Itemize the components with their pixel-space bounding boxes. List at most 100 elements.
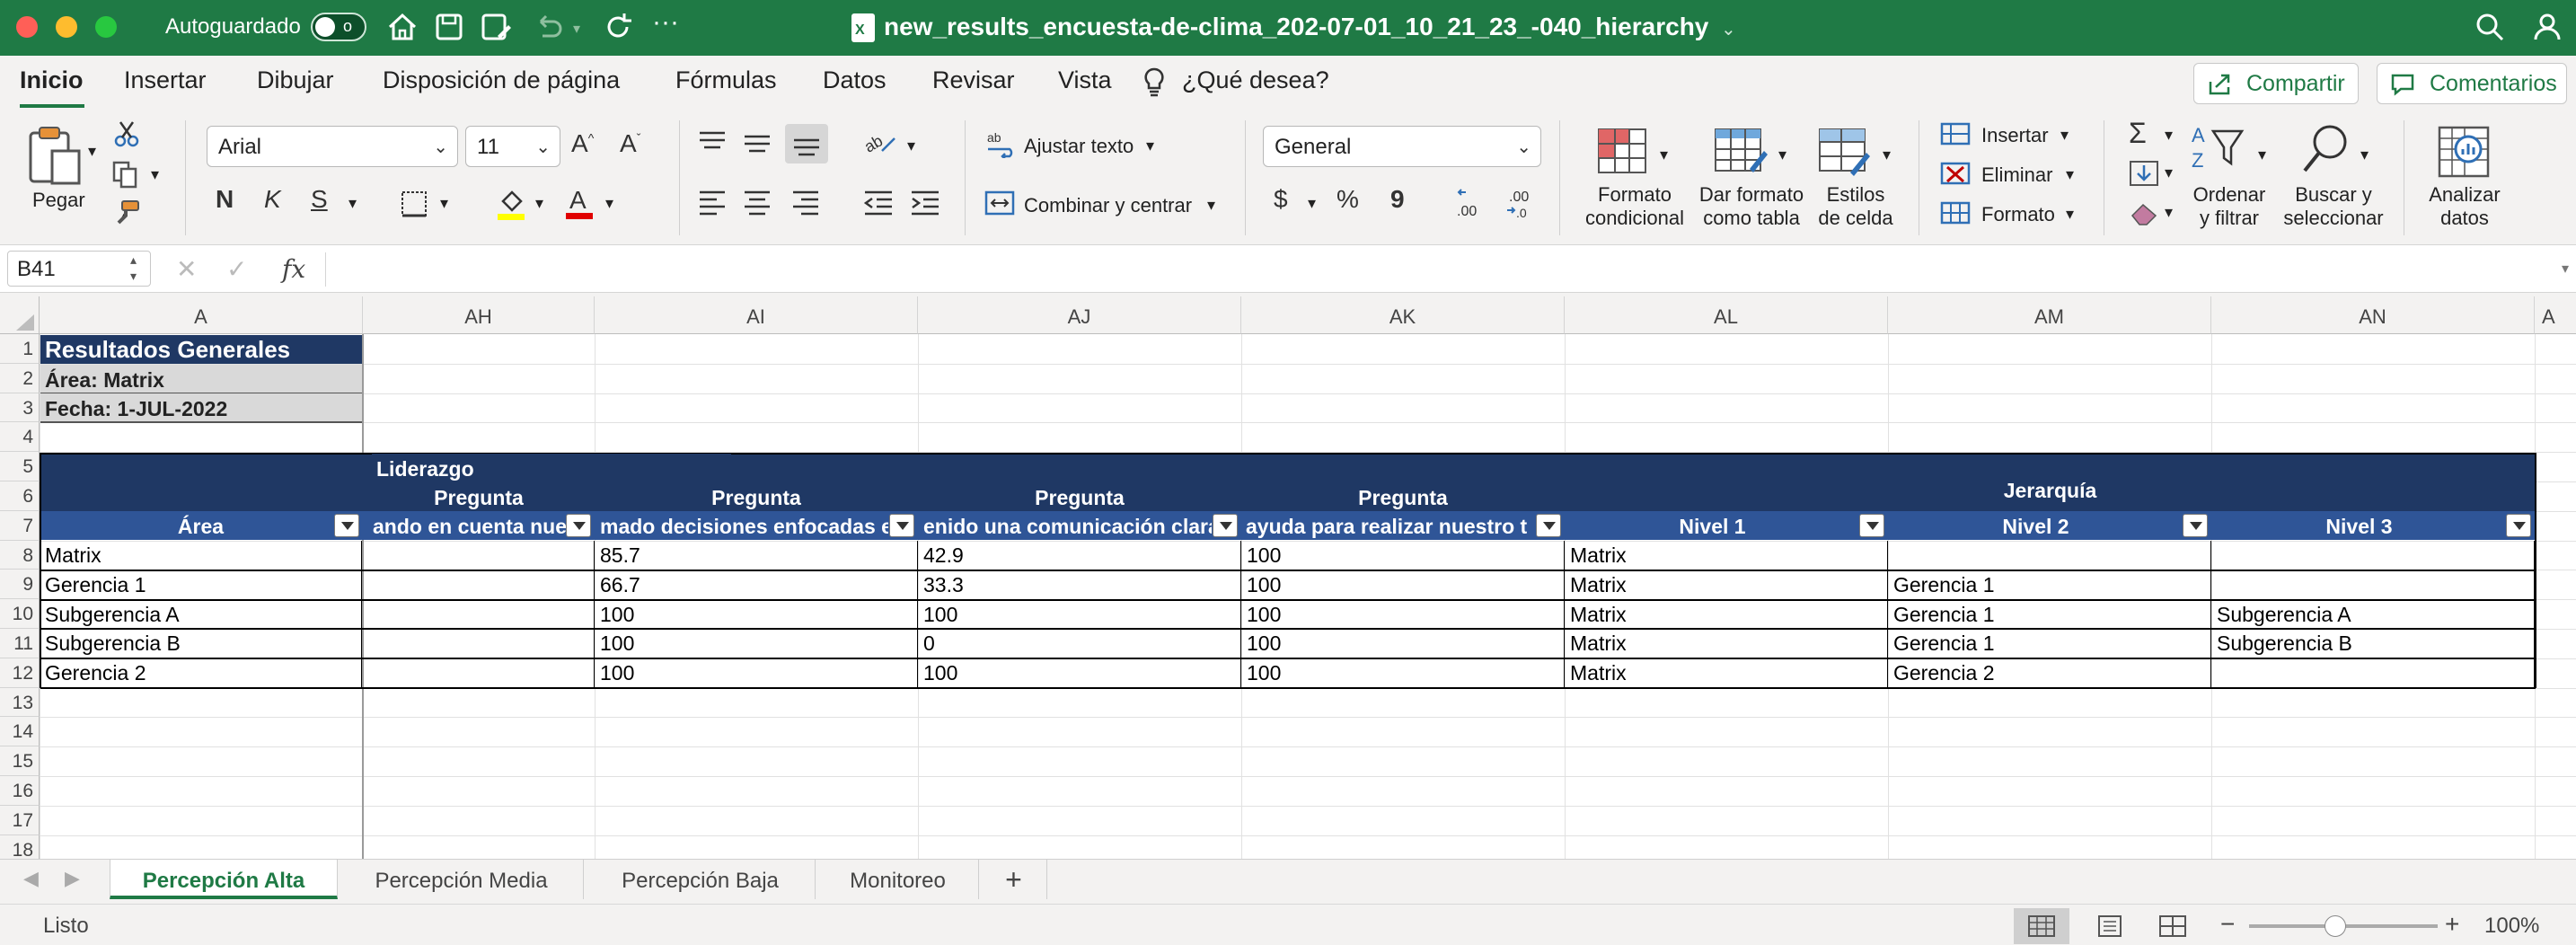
table-cell-ah[interactable]	[364, 658, 595, 687]
table-cell-n2[interactable]: Gerencia 1	[1889, 629, 2211, 658]
filter-dropdown-ai[interactable]	[889, 514, 914, 537]
clear-dropdown-icon[interactable]: ▾	[2165, 203, 2173, 222]
increase-font-size-icon[interactable]: A^	[571, 129, 594, 158]
table-cell-n2[interactable]	[1889, 541, 2211, 570]
row-header[interactable]: 11	[0, 629, 40, 658]
row-header[interactable]: 12	[0, 658, 40, 688]
cell-ah7[interactable]: ando en cuenta nue	[364, 511, 567, 540]
zoom-slider-thumb[interactable]	[2325, 915, 2346, 937]
zoom-window-button[interactable]	[95, 16, 117, 38]
autosum-icon[interactable]: Σ	[2129, 117, 2147, 150]
row-header[interactable]: 16	[0, 776, 40, 806]
filter-dropdown-a[interactable]	[334, 514, 359, 537]
wrap-text-icon[interactable]: ab	[986, 129, 1017, 158]
fill-color-icon[interactable]	[496, 187, 526, 221]
column-header-next[interactable]: A	[2535, 296, 2576, 334]
format-as-table-icon[interactable]	[1714, 128, 1768, 176]
format-as-table-dropdown-icon[interactable]: ▾	[1778, 146, 1786, 164]
font-color-icon[interactable]: A	[564, 185, 595, 221]
table-cell-n1[interactable]: Matrix	[1566, 570, 1888, 599]
format-cells-button[interactable]: Formato	[1981, 203, 2055, 226]
row-header[interactable]: 3	[0, 393, 40, 423]
orientation-icon[interactable]: ab	[862, 126, 898, 158]
autosum-dropdown-icon[interactable]: ▾	[2165, 126, 2173, 145]
sort-filter-dropdown-icon[interactable]: ▾	[2258, 146, 2266, 164]
cell-a2[interactable]: Área: Matrix	[40, 365, 362, 393]
next-sheet-icon[interactable]: ▶	[65, 867, 80, 890]
page-break-view-icon[interactable]	[2159, 915, 2186, 937]
find-select-dropdown-icon[interactable]: ▾	[2360, 146, 2369, 164]
font-size-select[interactable]: 11 ⌄	[465, 126, 560, 167]
table-cell-n3[interactable]: Subgerencia B	[2212, 629, 2535, 658]
delete-cells-dropdown-icon[interactable]: ▾	[2066, 165, 2074, 184]
cell-ak7[interactable]: ayuda para realizar nuestro t	[1242, 511, 1535, 540]
table-cell-ak[interactable]: 100	[1242, 658, 1565, 687]
paste-icon[interactable]	[25, 124, 83, 187]
column-header-ah[interactable]: AH	[363, 296, 595, 334]
table-cell-n3[interactable]: Subgerencia A	[2212, 599, 2535, 629]
tell-me-search[interactable]: ¿Qué desea?	[1182, 66, 1329, 94]
conditional-format-label-1[interactable]: Formato	[1583, 183, 1687, 207]
redo-icon[interactable]	[600, 9, 636, 45]
cell-a7[interactable]: Área	[40, 511, 362, 540]
insert-cells-dropdown-icon[interactable]: ▾	[2060, 126, 2069, 145]
table-cell-ah[interactable]	[364, 599, 595, 629]
cell-styles-dropdown-icon[interactable]: ▾	[1883, 146, 1891, 164]
font-color-dropdown-icon[interactable]: ▾	[605, 194, 613, 213]
insert-function-button[interactable]: fx	[282, 254, 305, 284]
cell-ai6[interactable]: Pregunta	[595, 482, 918, 511]
column-header-ai[interactable]: AI	[595, 296, 918, 334]
title-chevron-down-icon[interactable]: ⌄	[1721, 18, 1736, 40]
add-sheet-button[interactable]: +	[981, 860, 1047, 899]
insert-cells-icon[interactable]	[1940, 120, 1971, 147]
formula-input[interactable]	[325, 252, 2553, 287]
fill-color-dropdown-icon[interactable]: ▾	[535, 194, 543, 213]
filter-dropdown-ak[interactable]	[1536, 514, 1561, 537]
currency-dropdown-icon[interactable]: ▾	[1308, 194, 1316, 213]
row-header[interactable]: 14	[0, 717, 40, 747]
paste-label[interactable]: Pegar	[32, 189, 85, 212]
tab-dibujar[interactable]: Dibujar	[257, 66, 334, 94]
formula-expand-icon[interactable]: ▾	[2562, 260, 2569, 278]
table-cell-n1[interactable]: Matrix	[1566, 629, 1888, 658]
row-header[interactable]: 4	[0, 422, 40, 453]
table-cell-ai[interactable]: 85.7	[595, 541, 918, 570]
cut-icon[interactable]	[113, 120, 140, 147]
font-name-select[interactable]: Arial ⌄	[207, 126, 458, 167]
column-header-a[interactable]: A	[40, 296, 363, 334]
row-header[interactable]: 9	[0, 570, 40, 600]
row-header[interactable]: 15	[0, 746, 40, 776]
cell-al7[interactable]: Nivel 1	[1566, 511, 1860, 540]
tab-insertar[interactable]: Insertar	[124, 66, 207, 94]
tab-datos[interactable]: Datos	[823, 66, 887, 94]
cancel-entry-icon[interactable]: ✕	[176, 254, 197, 284]
table-cell-aj[interactable]: 100	[919, 658, 1241, 687]
comments-button[interactable]: Comentarios	[2377, 63, 2567, 104]
italic-button[interactable]: K	[264, 185, 281, 214]
comma-style-button[interactable]: 9	[1390, 185, 1405, 214]
account-icon[interactable]	[2531, 9, 2567, 45]
sheet-tab-percepcion-baja[interactable]: Percepción Baja	[586, 860, 816, 899]
zoom-level[interactable]: 100%	[2484, 914, 2539, 939]
cell-styles-label-1[interactable]: Estilos	[1811, 183, 1901, 207]
wrap-text-button[interactable]: Ajustar texto	[1024, 135, 1134, 158]
cell-ah6[interactable]: Pregunta	[364, 482, 595, 511]
copy-dropdown-icon[interactable]: ▾	[151, 165, 159, 184]
zoom-out-button[interactable]: −	[2220, 910, 2235, 939]
confirm-entry-icon[interactable]: ✓	[226, 254, 247, 284]
spreadsheet-grid[interactable]: A AH AI AJ AK AL AM AN A 1 2 3 4 5 6 7 8 9 10 11 12…	[0, 296, 2576, 859]
cell-an7[interactable]: Nivel 3	[2212, 511, 2507, 540]
clear-icon[interactable]	[2129, 199, 2159, 226]
conditional-format-label-2[interactable]: condicional	[1583, 207, 1687, 230]
table-cell-area[interactable]: Gerencia 2	[40, 658, 362, 687]
filter-dropdown-aj[interactable]	[1213, 514, 1238, 537]
number-format-select[interactable]: General ⌄	[1263, 126, 1541, 167]
filter-dropdown-ah[interactable]	[566, 514, 591, 537]
table-cell-ah[interactable]	[364, 541, 595, 570]
table-cell-area[interactable]: Subgerencia A	[40, 599, 362, 629]
table-cell-ak[interactable]: 100	[1242, 570, 1565, 599]
format-cells-icon[interactable]	[1940, 199, 1971, 226]
table-cell-ai[interactable]: 100	[595, 629, 918, 658]
find-select-label-2[interactable]: seleccionar	[2276, 207, 2391, 230]
cell-styles-icon[interactable]	[1818, 128, 1872, 176]
